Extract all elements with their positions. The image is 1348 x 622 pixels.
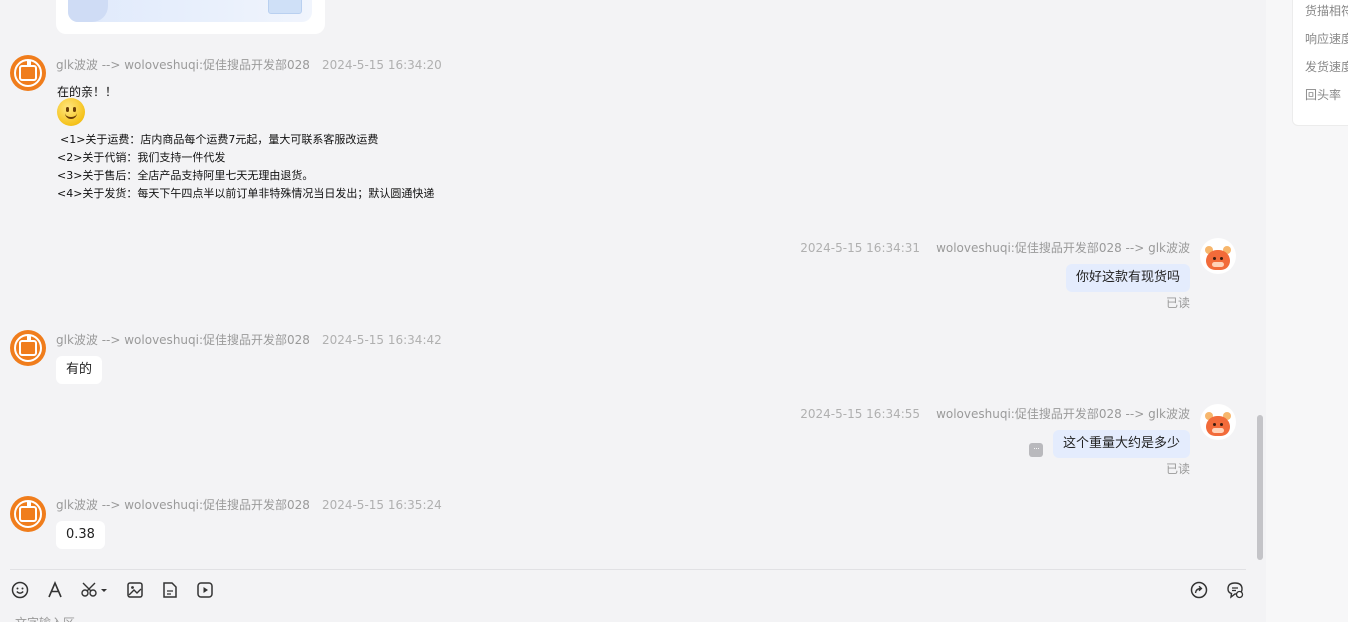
image-decoration xyxy=(268,0,302,14)
message-text: 在的亲！！ xyxy=(57,85,118,99)
buyer-avatar[interactable] xyxy=(1200,404,1236,440)
rating-label: 响应速度 xyxy=(1305,32,1348,46)
avatar-eye xyxy=(1213,423,1216,426)
shop-icon xyxy=(19,336,37,356)
emoji-icon[interactable] xyxy=(10,580,30,600)
product-image[interactable] xyxy=(68,0,312,22)
rating-label: 发货速度 xyxy=(1305,60,1348,74)
message-input[interactable]: 文字输入区 xyxy=(15,614,75,622)
message-meta: glk波波 --> woloveshuqi:促佳搜品开发部028 2024-5-1… xyxy=(56,496,442,513)
message-bubble[interactable]: 0.38 xyxy=(56,521,105,549)
shop-icon xyxy=(19,502,37,522)
message-sender: glk波波 --> woloveshuqi:促佳搜品开发部028 xyxy=(56,58,310,72)
message-text: <2>关于代销：我们支持一件代发 xyxy=(57,151,226,164)
message-meta: 2024-5-15 16:34:55 woloveshuqi:促佳搜品开发部028… xyxy=(800,405,1190,422)
message-time: 2024-5-15 16:34:55 xyxy=(800,407,921,421)
buyer-avatar[interactable] xyxy=(1200,238,1236,274)
more-options-icon[interactable]: ··· xyxy=(1029,443,1043,457)
message-text: <1>关于运费：店内商品每个运费7元起，量大可联系客服改运费 xyxy=(60,133,379,146)
message-bubble[interactable]: 你好这款有现货吗 xyxy=(1065,264,1190,292)
seller-avatar[interactable] xyxy=(10,330,46,366)
font-icon[interactable] xyxy=(45,580,65,600)
message-sender: woloveshuqi:促佳搜品开发部028 --> glk波波 xyxy=(936,241,1190,255)
shop-rating-panel: 货描相符 响应速度 发货速度 回头率 xyxy=(1266,0,1348,622)
chat-settings-icon[interactable] xyxy=(1225,580,1245,600)
message-meta: glk波波 --> woloveshuqi:促佳搜品开发部028 2024-5-1… xyxy=(56,331,442,348)
toolbar-divider xyxy=(10,569,1246,570)
image-decoration xyxy=(68,0,108,22)
avatar-face xyxy=(1206,250,1230,270)
forward-icon[interactable] xyxy=(1189,580,1209,600)
message-bubble[interactable]: 有的 xyxy=(56,356,103,384)
smile-emoji-icon xyxy=(57,98,85,126)
seller-avatar[interactable] xyxy=(10,496,46,532)
image-icon[interactable] xyxy=(125,580,145,600)
message-text: <4>关于发货：每天下午四点半以前订单非特殊情况当日发出；默认圆通快递 xyxy=(57,187,435,200)
avatar-mouth xyxy=(1212,262,1224,267)
message-text: <3>关于售后：全店产品支持阿里七天无理由退货。 xyxy=(57,169,314,182)
message-meta: 2024-5-15 16:34:31 woloveshuqi:促佳搜品开发部028… xyxy=(800,239,1190,256)
rating-label: 回头率 xyxy=(1305,88,1342,102)
seller-avatar[interactable] xyxy=(10,55,46,91)
shop-icon xyxy=(19,61,37,81)
rating-card: 货描相符 响应速度 发货速度 回头率 xyxy=(1292,0,1348,126)
message-meta: glk波波 --> woloveshuqi:促佳搜品开发部028 2024-5-1… xyxy=(56,56,442,73)
message-time: 2024-5-15 16:34:42 xyxy=(321,333,442,347)
chat-area: glk波波 --> woloveshuqi:促佳搜品开发部028 2024-5-1… xyxy=(0,0,1266,622)
avatar-eye xyxy=(1213,257,1216,260)
message-sender: woloveshuqi:促佳搜品开发部028 --> glk波波 xyxy=(936,407,1190,421)
avatar-mouth xyxy=(1212,428,1224,433)
message-sender: glk波波 --> woloveshuqi:促佳搜品开发部028 xyxy=(56,498,310,512)
image-message-bubble[interactable] xyxy=(56,0,325,34)
message-time: 2024-5-15 16:34:20 xyxy=(321,58,442,72)
read-status: 已读 xyxy=(1166,462,1191,476)
message-sender: glk波波 --> woloveshuqi:促佳搜品开发部028 xyxy=(56,333,310,347)
message-time: 2024-5-15 16:35:24 xyxy=(321,498,442,512)
video-icon[interactable] xyxy=(195,580,215,600)
scissors-icon[interactable] xyxy=(80,580,110,600)
rating-label: 货描相符 xyxy=(1305,4,1348,18)
avatar-face xyxy=(1206,416,1230,436)
file-icon[interactable] xyxy=(160,580,180,600)
avatar-eye xyxy=(1220,423,1223,426)
scrollbar[interactable] xyxy=(1257,415,1263,560)
message-bubble[interactable]: 这个重量大约是多少 xyxy=(1052,430,1190,458)
message-time: 2024-5-15 16:34:31 xyxy=(800,241,921,255)
avatar-eye xyxy=(1220,257,1223,260)
read-status: 已读 xyxy=(1166,296,1191,310)
